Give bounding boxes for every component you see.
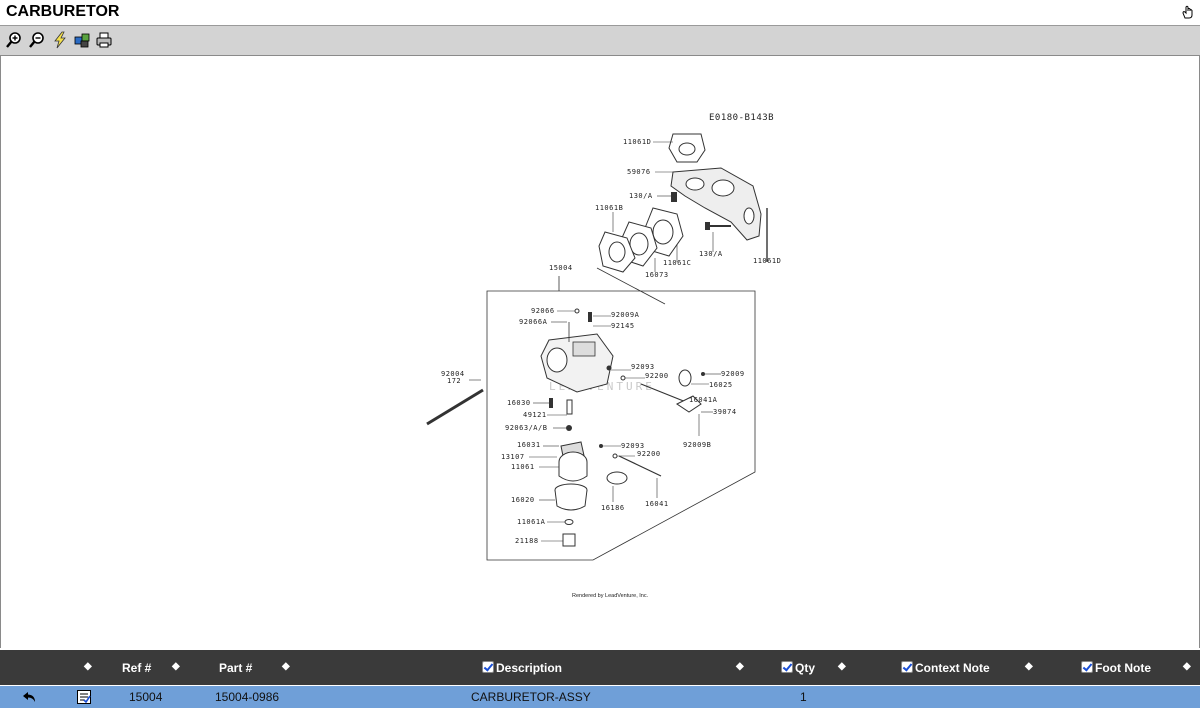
callout-39074[interactable]: 39074 — [713, 408, 737, 416]
callout-16030[interactable]: 16030 — [507, 399, 531, 407]
lightning-icon[interactable] — [51, 31, 69, 49]
sort-ref-icon[interactable]: ◆ — [172, 661, 180, 672]
zoom-out-icon[interactable] — [28, 31, 46, 49]
title-bar: CARBURETOR — [0, 0, 1200, 26]
sort-context-note-icon[interactable]: ◆ — [1025, 661, 1033, 672]
callout-16020[interactable]: 16020 — [511, 496, 535, 504]
parts-grid-header: ◆ Ref # ◆ Part # ◆ Description ◆ Qty ◆ C… — [0, 650, 1200, 685]
qty-column-header[interactable]: Qty — [781, 661, 815, 675]
back-arrow-icon[interactable] — [22, 689, 38, 705]
callout-92009[interactable]: 92009 — [721, 370, 745, 378]
qty-cell: 1 — [800, 690, 807, 704]
callout-11061a[interactable]: 11061A — [517, 518, 546, 526]
callout-13107[interactable]: 13107 — [501, 453, 525, 461]
callout-11061d-2[interactable]: 11061D — [753, 257, 781, 265]
context-note-header-label: Context Note — [915, 661, 990, 675]
callout-92093-2[interactable]: 92093 — [621, 442, 645, 450]
foot-note-header-label: Foot Note — [1095, 661, 1151, 675]
description-header-label: Description — [496, 661, 563, 675]
qty-checkbox[interactable] — [781, 661, 793, 673]
qty-header-label: Qty — [795, 661, 816, 675]
callout-92009a[interactable]: 92009A — [611, 311, 640, 319]
callout-92093[interactable]: 92093 — [631, 363, 655, 371]
callout-92066[interactable]: 92066 — [531, 307, 555, 315]
callout-59076[interactable]: 59076 — [627, 168, 651, 176]
description-checkbox[interactable] — [482, 661, 494, 673]
sort-foot-note-icon[interactable]: ◆ — [1183, 661, 1191, 672]
callout-11061c[interactable]: 11061C — [663, 259, 691, 267]
callout-92009b[interactable]: 92009B — [683, 441, 711, 449]
sort-qty-icon[interactable]: ◆ — [838, 661, 846, 672]
sort-description-icon[interactable]: ◆ — [736, 661, 744, 672]
callout-11061[interactable]: 11061 — [511, 463, 535, 471]
foot-note-column-header[interactable]: Foot Note — [1081, 661, 1151, 675]
callout-16031[interactable]: 16031 — [517, 441, 541, 449]
callout-11061d[interactable]: 11061D — [623, 138, 651, 146]
callout-49121[interactable]: 49121 — [523, 411, 547, 419]
callout-16041a[interactable]: 16041A — [689, 396, 718, 404]
callout-16025[interactable]: 16025 — [709, 381, 733, 389]
diagram-code: E0180-B143B — [709, 113, 774, 123]
callout-21188[interactable]: 21188 — [515, 537, 539, 545]
callout-16186[interactable]: 16186 — [601, 504, 625, 512]
add-to-cart-icon[interactable] — [76, 689, 92, 705]
toolbar — [0, 26, 1200, 56]
parts-diagram[interactable]: E0180-B143B LEADVENTURE 11061D 59076 130… — [0, 56, 1200, 648]
printer-icon[interactable] — [95, 31, 113, 49]
page-title: CARBURETOR — [6, 3, 120, 20]
pointer-hand-icon[interactable] — [1180, 4, 1196, 20]
render-credit: Rendered by LeadVenture, Inc. — [572, 593, 649, 599]
callout-11061b[interactable]: 11061B — [595, 204, 623, 212]
description-cell: CARBURETOR-ASSY — [471, 690, 591, 704]
sort-part-icon[interactable]: ◆ — [282, 661, 290, 672]
puzzle-icon[interactable] — [73, 31, 91, 49]
callout-16041[interactable]: 16041 — [645, 500, 669, 508]
table-row[interactable]: 15004 15004-0986 CARBURETOR-ASSY 1 — [0, 686, 1200, 708]
zoom-in-icon[interactable] — [5, 31, 23, 49]
callout-130a[interactable]: 130/A — [629, 192, 653, 200]
part-number-cell[interactable]: 15004-0986 — [215, 690, 279, 704]
ref-cell: 15004 — [129, 690, 163, 704]
callout-15004[interactable]: 15004 — [549, 264, 573, 272]
context-note-column-header[interactable]: Context Note — [901, 661, 990, 675]
callout-130a-2[interactable]: 130/A — [699, 250, 723, 258]
callout-92200-2[interactable]: 92200 — [637, 450, 661, 458]
callout-172[interactable]: 172 — [447, 377, 461, 385]
exploded-view-drawing: E0180-B143B LEADVENTURE 11061D 59076 130… — [426, 113, 781, 599]
sort-icon[interactable]: ◆ — [84, 661, 92, 672]
callout-92063ab[interactable]: 92063/A/B — [505, 424, 547, 432]
callout-16073[interactable]: 16073 — [645, 271, 669, 279]
ref-column-header[interactable]: Ref # — [122, 661, 151, 675]
context-note-checkbox[interactable] — [901, 661, 913, 673]
description-column-header[interactable]: Description — [482, 661, 562, 675]
callout-92145[interactable]: 92145 — [611, 322, 635, 330]
part-column-header[interactable]: Part # — [219, 661, 252, 675]
callout-92066a[interactable]: 92066A — [519, 318, 548, 326]
callout-92200[interactable]: 92200 — [645, 372, 669, 380]
foot-note-checkbox[interactable] — [1081, 661, 1093, 673]
